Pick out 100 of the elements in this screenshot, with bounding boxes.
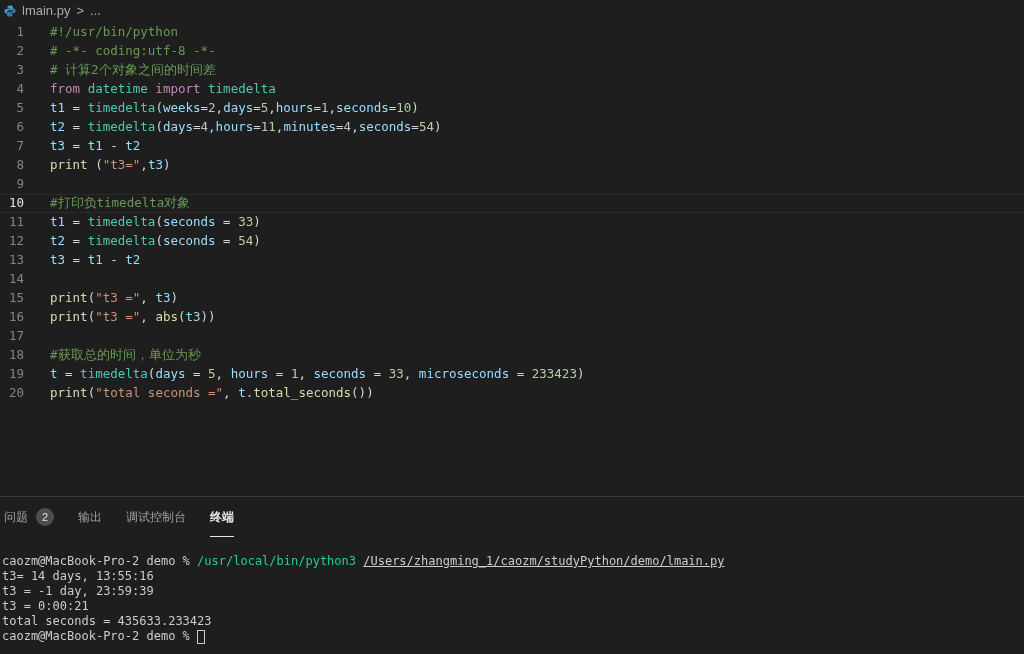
code-text: ) (162, 156, 171, 175)
panel-tab[interactable]: 终端 (210, 497, 234, 537)
code-text: , (140, 308, 149, 327)
line-number: 4 (15, 80, 24, 99)
code-variable: t2 (50, 232, 66, 251)
line-number: 10 (7, 194, 24, 213)
code-variable: seconds (336, 99, 389, 118)
code-string: "t3=" (102, 156, 141, 175)
code-variable: days (223, 99, 254, 118)
code-variable: seconds (162, 213, 216, 232)
code-comment: # 计算2个对象之间的时间差 (50, 61, 216, 80)
code-text: ( (155, 99, 163, 118)
code-text: = (274, 365, 285, 384)
code-comment: #!/usr/bin/python (50, 23, 178, 42)
code-function: print (50, 308, 88, 327)
code-text: , (403, 365, 413, 384)
code-comment: #打印负timedelta对象 (50, 194, 191, 213)
code-keyword: from (50, 80, 81, 99)
code-text: = (336, 118, 344, 137)
code-text: , (351, 118, 359, 137)
code-variable: days (162, 118, 193, 137)
code-number: 4 (343, 118, 352, 137)
code-number: 4 (200, 118, 209, 137)
code-number: 5 (260, 99, 269, 118)
line-number: 7 (15, 137, 24, 156)
breadcrumb-more[interactable]: ... (90, 1, 101, 21)
line-number: 18 (7, 346, 24, 365)
line-number: 20 (7, 384, 24, 403)
breadcrumb-separator: > (76, 2, 84, 21)
code-text: = (71, 232, 82, 251)
code-variable: seconds (313, 365, 367, 384)
code-number: 2 (208, 99, 216, 118)
code-variable: days (155, 365, 186, 384)
terminal-text: t3 = 0:00:21 (2, 599, 89, 614)
code-text: ) (411, 99, 419, 118)
line-number: 11 (7, 213, 24, 232)
code-variable: t1 (50, 213, 66, 232)
code-text: ( (147, 365, 156, 384)
code-function: abs (155, 308, 178, 327)
code-text: ( (177, 308, 186, 327)
code-variable: t3 (50, 137, 66, 156)
code-text: . (245, 384, 254, 403)
code-text: ( (87, 384, 96, 403)
code-variable: t1 (87, 251, 103, 270)
code-text: , (215, 99, 224, 118)
code-text: )) (200, 308, 216, 327)
code-text: ( (155, 213, 163, 232)
code-number: 233423 (531, 365, 577, 384)
line-number: 15 (7, 289, 24, 308)
code-number: 33 (388, 365, 404, 384)
line-number: 8 (15, 156, 24, 175)
code-function: total_seconds (253, 384, 352, 403)
code-text: = (253, 118, 261, 137)
terminal-text: total seconds = 435633.233423 (2, 614, 212, 629)
code-variable: t2 (125, 251, 141, 270)
code-variable: t3 (147, 156, 163, 175)
line-number: 17 (7, 327, 24, 346)
code-text: = (192, 365, 202, 384)
code-text: ( (155, 118, 163, 137)
code-number: 54 (418, 118, 434, 137)
code-identifier: timedelta (80, 365, 148, 384)
code-variable: t2 (125, 137, 141, 156)
code-variable: t (50, 365, 58, 384)
code-text: = (313, 99, 321, 118)
code-comment: # -*- coding:utf-8 -*- (50, 42, 216, 61)
code-text: , (223, 384, 232, 403)
code-text: = (71, 99, 82, 118)
code-variable: microseconds (418, 365, 510, 384)
code-text: , (140, 289, 149, 308)
code-text: = (71, 251, 82, 270)
code-variable: t1 (50, 99, 66, 118)
code-keyword: import (154, 80, 201, 99)
code-text: = (411, 118, 419, 137)
panel-tab[interactable]: 问题 (4, 497, 28, 537)
python-file-icon (4, 5, 16, 17)
code-number: 54 (238, 232, 254, 251)
code-text: = (200, 99, 209, 118)
panel-tab[interactable]: 输出 (78, 497, 102, 537)
code-text: = (222, 232, 232, 251)
code-variable: minutes (283, 118, 337, 137)
code-identifier: timedelta (87, 118, 156, 137)
terminal-text: t3= 14 days, 13:55:16 (2, 569, 154, 584)
line-number: 12 (7, 232, 24, 251)
code-text: = (71, 137, 82, 156)
file-path-link[interactable]: /Users/zhangming_1/caozm/studyPython/demo/lmain.py (363, 554, 725, 569)
code-text: ) (253, 232, 261, 251)
line-number: 14 (7, 270, 24, 289)
code-identifier: timedelta (207, 80, 276, 99)
line-number: 3 (15, 61, 24, 80)
code-function: print (50, 289, 88, 308)
panel-tab[interactable]: 调试控制台 (126, 497, 186, 537)
code-string: "t3 =" (95, 289, 141, 308)
code-variable: hours (275, 99, 314, 118)
code-variable: weeks (162, 99, 201, 118)
breadcrumb-file[interactable]: lmain.py (22, 1, 71, 21)
code-text: = (71, 118, 82, 137)
code-text: = (193, 118, 201, 137)
code-identifier: datetime (86, 80, 148, 99)
code-identifier: timedelta (87, 213, 156, 232)
terminal-text: caozm@MacBook-Pro-2 demo % (2, 554, 191, 569)
